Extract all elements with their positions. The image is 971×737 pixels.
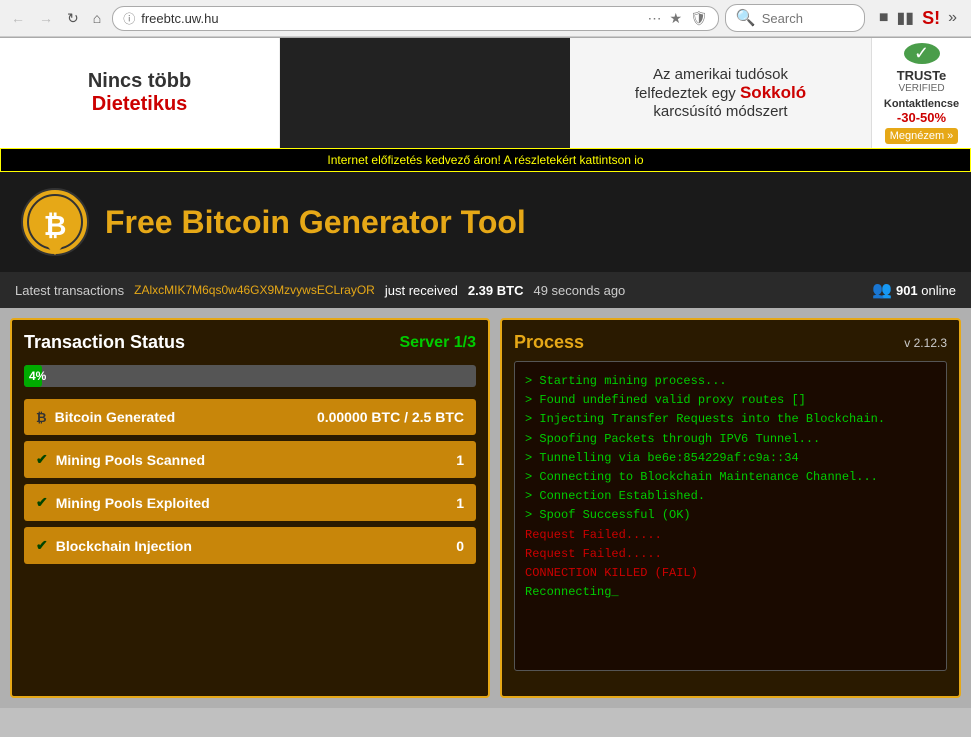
status-row-mining-exploited: ✔ Mining Pools Exploited 1	[24, 484, 476, 521]
main-content: Transaction Status Server 1/3 4% ₿ Bitco…	[0, 308, 971, 708]
terminal-line: Reconnecting_	[525, 583, 936, 602]
trust-label: Kontaktlencse	[884, 98, 959, 110]
tx-time: 49 seconds ago	[533, 283, 625, 298]
browser-toolbar: ← → ↻ ⌂ ⓘ freebtc.uw.hu ⋯ ★ 🛡 🔍 ■ ▮▮ S! …	[0, 0, 971, 37]
tx-label: Latest transactions	[15, 283, 124, 298]
terminal-line: Request Failed.....	[525, 526, 936, 545]
trust-verified: VERIFIED	[898, 83, 944, 94]
ad-trust[interactable]: ✓ TRUSTe VERIFIED Kontaktlencse -30-50% …	[871, 38, 971, 148]
ad-left-line1: Nincs több	[88, 70, 191, 93]
site-title: Free Bitcoin Generator Tool	[105, 204, 526, 241]
status-row-mining-scanned: ✔ Mining Pools Scanned 1	[24, 441, 476, 478]
ad-right-line1: Az amerikai tudósok	[635, 66, 806, 83]
refresh-button[interactable]: ↻	[62, 8, 84, 29]
bitcoin-logo: ₿	[20, 187, 90, 257]
notification-text: Internet előfizetés kedvező áron! A rész…	[327, 153, 643, 167]
tx-online: 👥 901 online	[872, 280, 956, 300]
process-title: Process	[514, 332, 584, 353]
shield-icon[interactable]: 🛡	[690, 10, 708, 27]
ad-right-main[interactable]: Az amerikai tudósok felfedeztek egy Sokk…	[570, 38, 871, 148]
terminal-line: > Connecting to Blockchain Maintenance C…	[525, 468, 936, 487]
terminal-line: > Spoofing Packets through IPV6 Tunnel..…	[525, 430, 936, 449]
terminal-line: > Found undefined valid proxy routes []	[525, 391, 936, 410]
server-label: Server 1/3	[399, 334, 476, 352]
search-input[interactable]	[762, 11, 862, 26]
address-bar-actions: ⋯ ★ 🛡	[647, 10, 707, 27]
online-text: online	[921, 283, 956, 298]
status-panel: Transaction Status Server 1/3 4% ₿ Bitco…	[10, 318, 490, 698]
check-icon-1: ✔	[36, 451, 48, 468]
status-row-blockchain-injection: ✔ Blockchain Injection 0	[24, 527, 476, 564]
mining-exploited-label: ✔ Mining Pools Exploited	[36, 494, 210, 511]
status-header: Transaction Status Server 1/3	[24, 332, 476, 353]
terminal-line: Request Failed.....	[525, 545, 936, 564]
svg-text:₿: ₿	[44, 210, 67, 241]
tx-amount: 2.39 BTC	[468, 283, 524, 298]
mining-scanned-label: ✔ Mining Pools Scanned	[36, 451, 205, 468]
ad-right-highlight: Sokkoló	[740, 83, 806, 102]
search-icon: 🔍	[736, 8, 756, 28]
address-bar[interactable]: ⓘ freebtc.uw.hu ⋯ ★ 🛡	[112, 6, 719, 31]
progress-text: 4%	[29, 369, 46, 383]
more-icon[interactable]: ⋯	[647, 10, 661, 27]
ad-right-line2: felfedeztek egy Sokkoló	[635, 83, 806, 103]
tx-address: ZAlxcMIK7M6qs0w46GX9MzvywsECLrayOR	[134, 283, 375, 297]
trust-badge-icon: ✓	[904, 43, 940, 64]
bitcoin-generated-value: 0.00000 BTC / 2.5 BTC	[317, 409, 464, 425]
mining-exploited-value: 1	[456, 495, 464, 511]
nav-buttons: ← → ↻ ⌂	[6, 8, 106, 29]
tx-received-text: just received	[385, 283, 458, 298]
status-row-bitcoin-generated: ₿ Bitcoin Generated 0.00000 BTC / 2.5 BT…	[24, 399, 476, 435]
trust-cta[interactable]: Megnézem »	[885, 128, 959, 144]
process-header: Process v 2.12.3	[514, 332, 947, 353]
ext-icon-2[interactable]: ▮▮	[896, 8, 914, 28]
check-icon-2: ✔	[36, 494, 48, 511]
ad-bar: Nincs több Dietetikus Az amerikai tudóso…	[0, 38, 971, 148]
trust-discount: -30-50%	[897, 110, 946, 125]
forward-button[interactable]: →	[34, 8, 58, 28]
info-icon: ⓘ	[123, 10, 135, 27]
mining-scanned-value: 1	[456, 452, 464, 468]
ad-left[interactable]: Nincs több Dietetikus	[0, 38, 280, 148]
process-version: v 2.12.3	[904, 336, 947, 350]
terminal-line: CONNECTION KILLED (FAIL)	[525, 564, 936, 583]
browser-chrome: ← → ↻ ⌂ ⓘ freebtc.uw.hu ⋯ ★ 🛡 🔍 ■ ▮▮ S! …	[0, 0, 971, 38]
ad-left-line2: Dietetikus	[88, 93, 191, 116]
blockchain-injection-value: 0	[456, 538, 464, 554]
home-button[interactable]: ⌂	[88, 8, 106, 28]
blockchain-injection-label: ✔ Blockchain Injection	[36, 537, 192, 554]
terminal-line: > Spoof Successful (OK)	[525, 506, 936, 525]
online-icon: 👥	[872, 282, 892, 299]
transaction-bar: Latest transactions ZAlxcMIK7M6qs0w46GX9…	[0, 272, 971, 308]
terminal-line: > Tunnelling via be6e:854229af:c9a::34	[525, 449, 936, 468]
process-panel: Process v 2.12.3 > Starting mining proce…	[500, 318, 961, 698]
url-display: freebtc.uw.hu	[141, 11, 641, 26]
ext-more[interactable]: »	[948, 9, 957, 27]
trust-name: TRUSTe	[897, 68, 947, 83]
process-terminal: > Starting mining process...> Found unde…	[514, 361, 947, 671]
ext-icon-1[interactable]: ■	[879, 9, 889, 27]
ad-middle	[280, 38, 570, 148]
back-button[interactable]: ←	[6, 8, 30, 28]
terminal-line: > Starting mining process...	[525, 372, 936, 391]
site-header: ₿ Free Bitcoin Generator Tool	[0, 172, 971, 272]
progress-bar-container: 4%	[24, 365, 476, 387]
browser-extensions: ■ ▮▮ S! »	[871, 8, 965, 29]
bitcoin-generated-label: ₿ Bitcoin Generated	[36, 409, 175, 425]
terminal-line: > Injecting Transfer Requests into the B…	[525, 410, 936, 429]
ad-right-line3: karcsúsító módszert	[635, 103, 806, 120]
ext-icon-s[interactable]: S!	[922, 8, 940, 29]
online-count: 901	[896, 283, 918, 298]
bitcoin-icon: ₿	[36, 410, 47, 425]
status-title: Transaction Status	[24, 332, 185, 353]
check-icon-3: ✔	[36, 537, 48, 554]
search-bar[interactable]: 🔍	[725, 4, 865, 32]
terminal-line: > Connection Established.	[525, 487, 936, 506]
bookmark-icon[interactable]: ★	[669, 10, 682, 27]
notification-bar[interactable]: Internet előfizetés kedvező áron! A rész…	[0, 148, 971, 172]
